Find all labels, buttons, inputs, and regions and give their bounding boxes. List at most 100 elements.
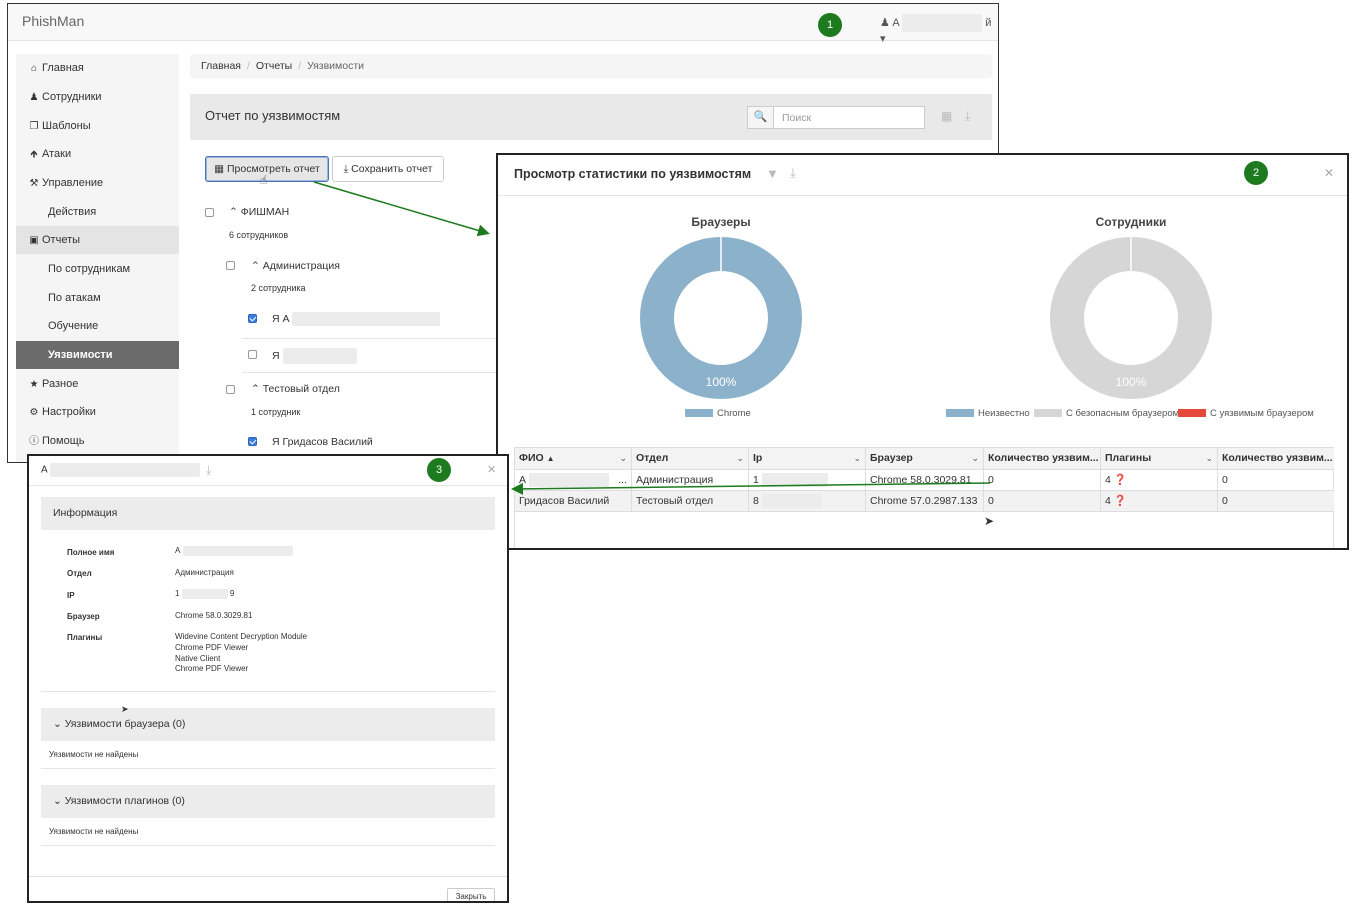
user-menu[interactable]: ♟ A й ▾ [880, 14, 998, 45]
user-name-blurred [528, 473, 609, 488]
sidebar-item-misc[interactable]: ★ Разное [16, 370, 179, 398]
sidebar-item-management[interactable]: ⚒ Управление [16, 169, 179, 197]
sidebar-item-settings[interactable]: ⚙ Настройки [16, 398, 179, 426]
table-row-2-browser[interactable]: Chrome 57.0.2987.133 [866, 491, 984, 512]
templates-icon: ❐ [29, 121, 39, 132]
user-icon: Я [272, 349, 280, 362]
divider [41, 768, 495, 769]
close-icon[interactable]: ✕ [487, 463, 496, 476]
checkbox-dept-test[interactable] [226, 385, 235, 394]
table-row-2-name[interactable]: Гридасов Василий [515, 491, 632, 512]
chevron-up-icon: ⌃ [229, 206, 238, 218]
tree-user-3[interactable]: Я Гридасов Василий [272, 436, 373, 448]
question-circle-icon[interactable]: ❓ [1114, 474, 1127, 486]
chevron-down-icon: ⌄ [53, 795, 62, 807]
download-icon[interactable]: ⤓ [206, 463, 211, 478]
download-icon[interactable]: ⤓ [965, 109, 970, 124]
section-plugin-vulns[interactable]: ⌄ Уязвимости плагинов (0) [41, 785, 495, 818]
tree-user-2[interactable]: Я [272, 348, 357, 364]
checkbox-user-2[interactable] [248, 350, 257, 359]
search-icon: 🔍 [753, 111, 768, 123]
column-header-plugin-vuln-count[interactable]: Количество уязвим... [1218, 448, 1334, 470]
question-circle-icon[interactable]: ❓ [1114, 495, 1127, 507]
sidebar-item-actions[interactable]: Действия [16, 198, 179, 226]
search-button[interactable]: 🔍 [747, 106, 774, 129]
info-key-browser: Браузер [67, 612, 100, 621]
sidebar-item-reports[interactable]: ▣ Отчеты [16, 226, 179, 254]
donut-slice-1-1[interactable] [640, 237, 802, 399]
divider [41, 691, 495, 692]
sidebar-item-attacks[interactable]: 🡹 Атаки [16, 140, 179, 168]
download-icon: ⤓ [343, 163, 349, 175]
legend-item-vulnerable-browser: С уязвимым браузером [1178, 408, 1314, 419]
sidebar-item-by-attacks[interactable]: По атакам [16, 284, 179, 312]
save-report-button[interactable]: ⤓ Сохранить отчет [332, 156, 444, 182]
checkbox-user-1[interactable] [248, 314, 257, 323]
column-header-name[interactable]: ФИО ▲ ⌄ [515, 448, 632, 470]
donut-data-label: 100% [1116, 375, 1147, 389]
mouse-pointer-icon: ➤ [121, 704, 129, 714]
section-browser-vulns[interactable]: ⌄ Уязвимости браузера (0) [41, 708, 495, 741]
table-row-1-plugins[interactable]: 4 ❓ [1101, 470, 1218, 491]
info-key-fullname: Полное имя [67, 548, 115, 557]
sidebar-item-training[interactable]: Обучение [16, 312, 179, 340]
table-row-1-browser-vulns[interactable]: 0 [984, 470, 1101, 491]
table-row-2-plugin-vulns[interactable]: 0 [1218, 491, 1334, 512]
sort-asc-icon: ▲ [546, 454, 555, 463]
table-row-1-plugin-vulns[interactable]: 0 [1218, 470, 1334, 491]
legend-swatch [946, 409, 974, 418]
footer-divider [29, 876, 507, 877]
column-header-browser[interactable]: Браузер ⌄ [866, 448, 984, 470]
ip-blurred [761, 494, 822, 509]
table-row-2-department[interactable]: Тестовый отдел [632, 491, 749, 512]
search-input[interactable] [773, 106, 925, 129]
filter-icon[interactable]: ▼ [766, 166, 779, 181]
sidebar-item-vulnerabilities[interactable]: Уязвимости [16, 341, 179, 369]
sidebar-item-employees[interactable]: ♟ Сотрудники [16, 83, 179, 111]
table-row-2-browser-vulns[interactable]: 0 [984, 491, 1101, 512]
info-value-department: Администрация [175, 568, 234, 577]
tree-dept-admin[interactable]: ⌃ Администрация [251, 260, 340, 272]
column-header-ip[interactable]: Ip ⌄ [749, 448, 866, 470]
tree-user-1[interactable]: Я А [272, 312, 441, 326]
plugin-item: Chrome PDF Viewer [175, 664, 249, 674]
chart-title-employees: Сотрудники [1095, 215, 1167, 229]
legend-swatch [1178, 409, 1206, 418]
table-row-2-ip[interactable]: 8 [749, 491, 866, 512]
close-button[interactable]: Закрыть [447, 888, 495, 901]
column-header-browser-vuln-count[interactable]: Количество уязвим... [984, 448, 1101, 470]
modal-title: Просмотр статистики по уязвимостям [514, 167, 752, 181]
breadcrumb-reports[interactable]: Отчеты [256, 60, 292, 72]
table-row-1-name[interactable]: А ... [515, 470, 632, 491]
close-icon[interactable]: ✕ [1324, 166, 1334, 180]
user-icon: Я [272, 436, 280, 448]
vulnerability-table: ФИО ▲ ⌄ Отдел ⌄ Ip ⌄ Браузер ⌄ Количество уя… [514, 447, 1334, 548]
table-row-2-plugins[interactable]: 4 ❓ [1101, 491, 1218, 512]
table-row-1-browser[interactable]: Chrome 58.0.3029.81 [866, 470, 984, 491]
table-row-1-department[interactable]: Администрация [632, 470, 749, 491]
checkbox-org[interactable] [205, 208, 214, 217]
column-header-plugins[interactable]: Плагины ⌄ [1101, 448, 1218, 470]
checkbox-dept-admin[interactable] [226, 261, 235, 270]
table-icon[interactable]: ▦ [941, 109, 952, 123]
user-name-blurred [50, 463, 201, 477]
column-header-department[interactable]: Отдел ⌄ [632, 448, 749, 470]
checkbox-user-3[interactable] [248, 437, 257, 446]
user-name-prefix: A [892, 16, 900, 29]
table-icon: ▦ [214, 163, 225, 175]
tree-dept-test[interactable]: ⌃ Тестовый отдел [251, 383, 340, 395]
caret-down-icon: ▾ [880, 33, 886, 45]
download-icon[interactable]: ⤓ [790, 165, 796, 181]
table-row-1-ip[interactable]: 1 [749, 470, 866, 491]
tree-org[interactable]: ⌃ ФИШМАН [229, 206, 289, 218]
user-name-blurred [282, 348, 357, 364]
sidebar-item-help[interactable]: ⓘ Помощь [16, 427, 179, 455]
chart-title-browsers: Браузеры [691, 215, 751, 229]
sidebar-item-templates[interactable]: ❐ Шаблоны [16, 112, 179, 140]
breadcrumb-home[interactable]: Главная [201, 60, 241, 72]
vulnerability-stats-modal: Просмотр статистики по уязвимостям ▼ ⤓ ✕… [496, 153, 1349, 550]
donut-slice-2-2[interactable] [1050, 237, 1212, 399]
brand-logo[interactable]: PhishMan [22, 13, 84, 29]
sidebar-item-by-employees[interactable]: По сотрудникам [16, 255, 179, 283]
sidebar-item-home[interactable]: ⌂ Главная [16, 54, 179, 82]
